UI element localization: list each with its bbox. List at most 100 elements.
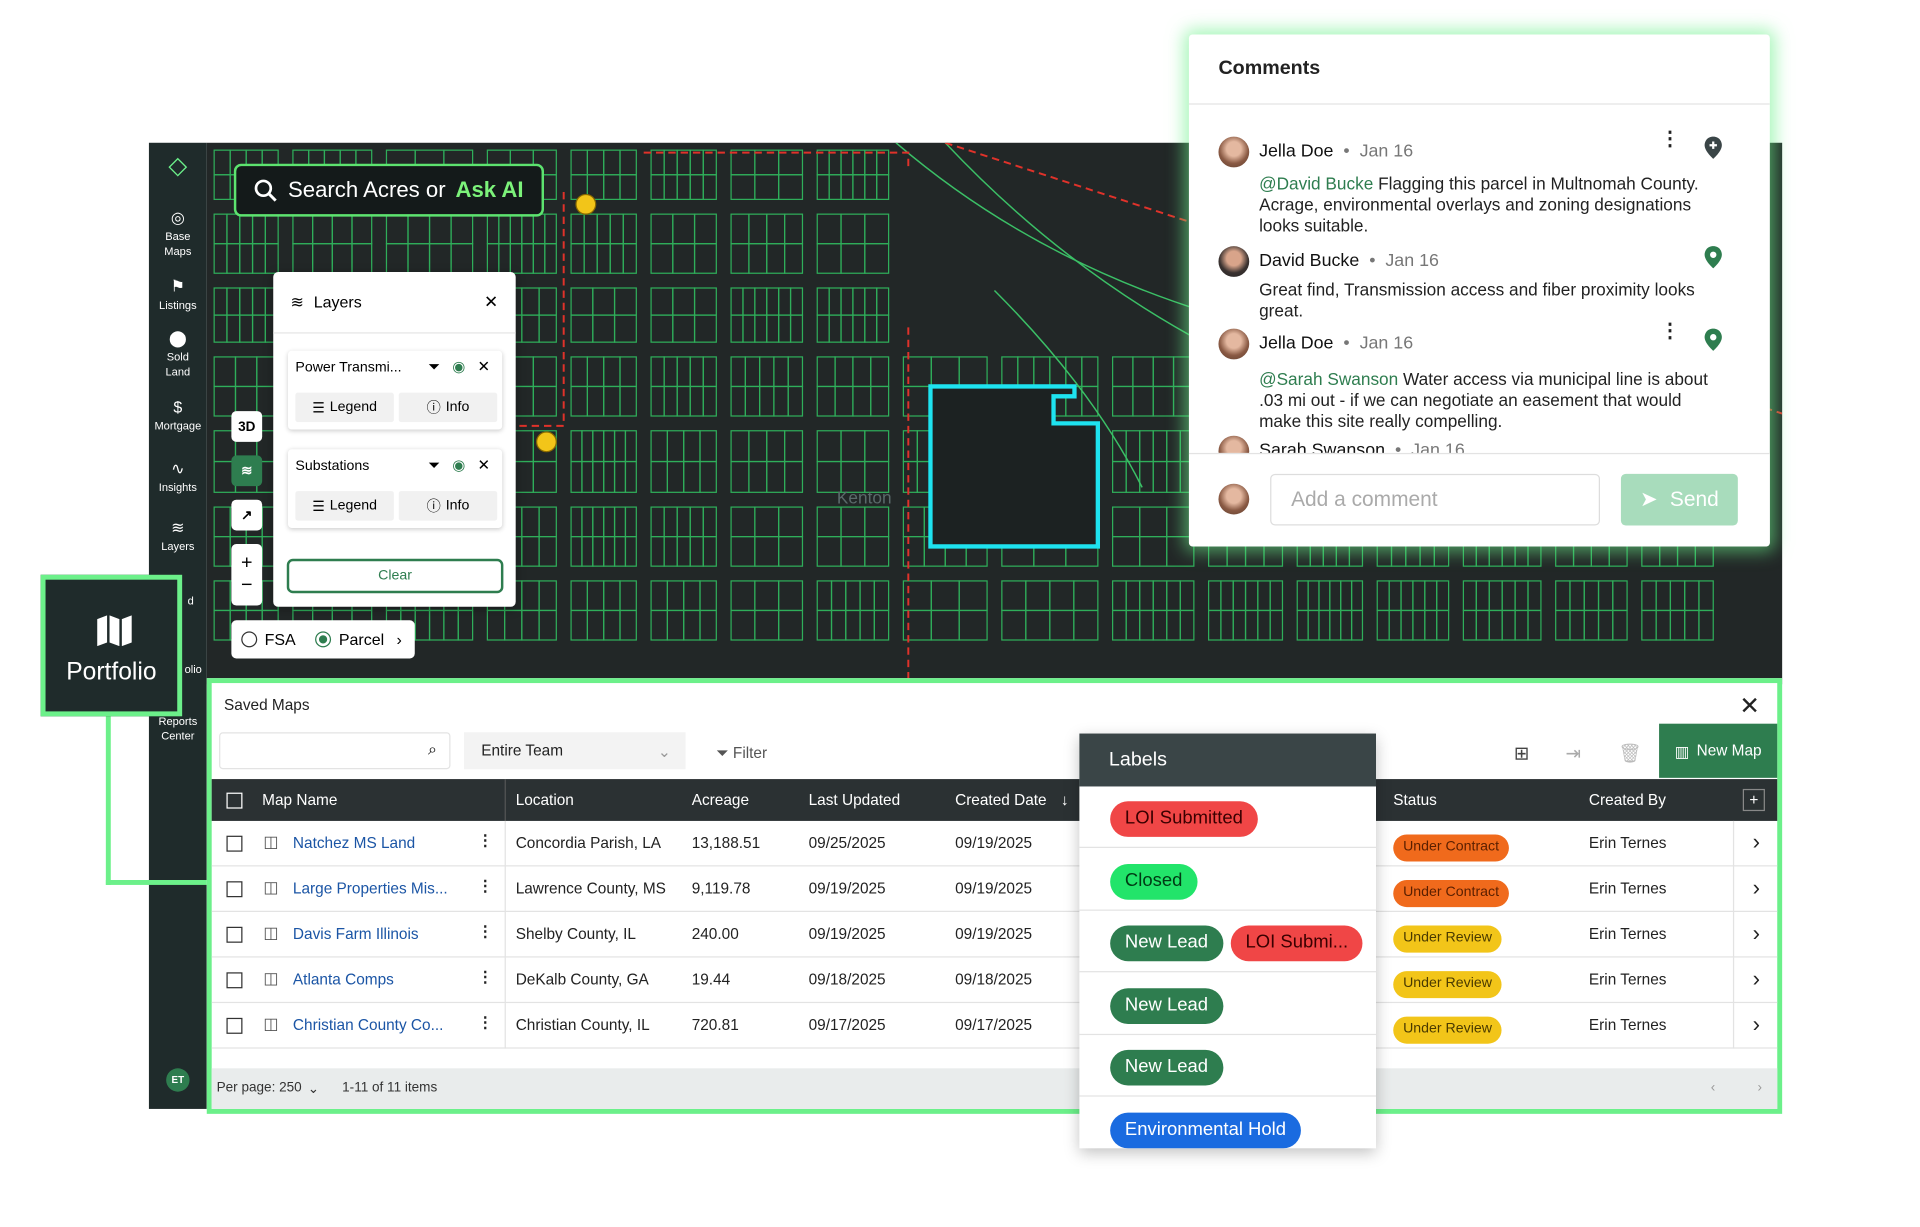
chevron-right-icon[interactable]: › <box>1753 875 1760 901</box>
map-search-input[interactable]: ⌕ <box>219 732 451 770</box>
zoom-out-button[interactable]: − <box>241 575 253 597</box>
row-checkbox[interactable] <box>226 1017 243 1034</box>
portfolio-callout[interactable]: Portfolio <box>40 574 183 717</box>
map-name-link[interactable]: Atlanta Comps <box>293 971 394 988</box>
insights-toggle-button[interactable]: ↗ <box>231 499 263 531</box>
map-name-link[interactable]: Christian County Co... <box>293 1017 444 1034</box>
eye-icon[interactable]: ◉ <box>452 358 465 376</box>
sidebar-item-portfolio-partial[interactable]: olio <box>181 662 206 677</box>
row-checkbox[interactable] <box>226 835 243 852</box>
sidebar-item-layers[interactable]: ≋ Layers <box>149 519 207 553</box>
table-row[interactable]: ◫ Large Properties Mis... ⋮ Lawrence Cou… <box>211 866 1778 913</box>
trash-icon[interactable]: 🗑 <box>1618 742 1641 764</box>
per-page-select[interactable]: Per page: 250 <box>217 1081 302 1096</box>
sidebar-item-base-maps[interactable]: ◎ Base Maps <box>149 209 207 258</box>
location-pin-icon[interactable] <box>1703 327 1723 352</box>
map-name-link[interactable]: Natchez MS Land <box>293 834 415 851</box>
comment-mention[interactable]: @David Bucke <box>1259 174 1373 194</box>
row-checkbox[interactable] <box>226 972 243 989</box>
label-pill[interactable]: Environmental Hold <box>1110 1112 1301 1148</box>
col-map-name[interactable]: Map Name <box>262 791 337 808</box>
row-checkbox[interactable] <box>226 881 243 898</box>
label-pill[interactable]: Closed <box>1110 863 1198 900</box>
col-status[interactable]: Status <box>1393 791 1437 808</box>
chevron-right-icon[interactable]: › <box>1753 1012 1760 1038</box>
sidebar-item-listings[interactable]: ⚑ Listings <box>149 278 207 312</box>
new-map-button[interactable]: ▥ New Map <box>1659 723 1778 778</box>
search-box[interactable]: Search Acres or Ask AI <box>233 163 545 217</box>
location-pin-icon[interactable] <box>1703 245 1723 270</box>
close-icon[interactable]: ✕ <box>477 457 489 475</box>
label-pill[interactable]: New Lead <box>1110 987 1223 1024</box>
comment-input[interactable]: Add a comment <box>1270 473 1601 526</box>
table-row[interactable]: ◫ Natchez MS Land ⋮ Concordia Parish, LA… <box>211 820 1778 867</box>
add-pin-icon[interactable] <box>1703 135 1723 160</box>
fsa-radio[interactable] <box>241 631 258 648</box>
close-icon[interactable]: ✕ <box>484 292 498 313</box>
label-pill[interactable]: LOI Submitted <box>1110 801 1258 837</box>
eye-icon[interactable]: ◫ <box>263 878 278 898</box>
chevron-right-icon[interactable]: › <box>1753 921 1760 947</box>
status-badge[interactable]: Under Contract <box>1393 834 1509 862</box>
chevron-right-icon[interactable]: › <box>397 630 402 648</box>
legend-button[interactable]: ☰ Legend <box>295 392 394 423</box>
col-location[interactable]: Location <box>516 791 574 808</box>
sort-arrow-icon[interactable]: ↓ <box>1061 791 1069 808</box>
label-pill[interactable]: New Lead <box>1110 1049 1223 1086</box>
app-logo[interactable]: ◇ <box>149 154 207 179</box>
row-checkbox[interactable] <box>226 926 243 943</box>
map-name-link[interactable]: Davis Farm Illinois <box>293 926 419 943</box>
parcel-radio[interactable] <box>315 631 332 648</box>
more-icon[interactable]: ⋮ <box>478 967 493 986</box>
sidebar-item-mortgage[interactable]: $ Mortgage <box>149 398 207 433</box>
more-icon[interactable]: ⋮ <box>1660 322 1680 342</box>
comment-mention[interactable]: @Sarah Swanson <box>1259 369 1398 389</box>
legend-button[interactable]: ☰ Legend <box>295 491 394 521</box>
label-pill[interactable]: New Lead <box>1110 925 1223 962</box>
more-icon[interactable]: ⋮ <box>478 876 493 895</box>
more-icon[interactable]: ⋮ <box>1660 130 1680 150</box>
chevron-right-icon[interactable]: › <box>1753 830 1760 856</box>
clear-layers-button[interactable]: Clear <box>286 558 504 594</box>
info-button[interactable]: ⓘ Info <box>398 392 498 423</box>
sidebar-item-insights[interactable]: ∿ Insights <box>149 460 207 494</box>
next-page-icon[interactable]: › <box>1758 1081 1763 1096</box>
status-badge[interactable]: Under Review <box>1393 925 1502 953</box>
filter-icon[interactable]: ⏷ <box>428 457 440 475</box>
sidebar-item-sold-land[interactable]: ⬤ Sold Land <box>149 329 207 379</box>
status-badge[interactable]: Under Review <box>1393 1016 1502 1044</box>
col-created-by[interactable]: Created By <box>1589 791 1666 808</box>
team-select[interactable]: Entire Team ⌄ <box>464 732 686 770</box>
table-row[interactable]: ◫ Atlanta Comps ⋮ DeKalb County, GA 19.4… <box>211 957 1778 1004</box>
zoom-in-button[interactable]: + <box>241 553 253 575</box>
eye-icon[interactable]: ◫ <box>263 969 278 989</box>
table-row[interactable]: ◫ Davis Farm Illinois ⋮ Shelby County, I… <box>211 912 1778 958</box>
table-row[interactable]: ◫ Christian County Co... ⋮ Christian Cou… <box>211 1003 1778 1049</box>
send-button[interactable]: ➤ Send <box>1620 473 1738 526</box>
more-icon[interactable]: ⋮ <box>478 831 493 849</box>
col-last-updated[interactable]: Last Updated <box>809 791 901 808</box>
chevron-right-icon[interactable]: › <box>1753 966 1760 992</box>
close-icon[interactable]: ✕ <box>1739 690 1760 721</box>
col-acreage[interactable]: Acreage <box>692 791 749 808</box>
add-folder-icon[interactable]: ⊞ <box>1514 742 1529 764</box>
filter-icon[interactable]: ⏷ <box>428 358 440 376</box>
user-avatar[interactable]: ET <box>166 1068 190 1092</box>
eye-icon[interactable]: ◫ <box>263 923 278 943</box>
info-button[interactable]: ⓘ Info <box>398 491 498 521</box>
filter-button[interactable]: ⏷ Filter <box>716 745 767 763</box>
col-created-date[interactable]: Created Date <box>955 791 1047 808</box>
add-column-icon[interactable]: + <box>1742 788 1765 812</box>
close-icon[interactable]: ✕ <box>477 358 489 376</box>
map-name-link[interactable]: Large Properties Mis... <box>293 880 448 897</box>
status-badge[interactable]: Under Contract <box>1393 880 1509 908</box>
prev-page-icon[interactable]: ‹ <box>1711 1081 1716 1096</box>
layers-toggle-button[interactable]: ≋ <box>231 455 263 487</box>
chevron-down-icon[interactable]: ⌄ <box>308 1081 319 1097</box>
status-badge[interactable]: Under Review <box>1393 971 1502 999</box>
more-icon[interactable]: ⋮ <box>478 1013 493 1031</box>
eye-icon[interactable]: ◉ <box>452 457 465 475</box>
move-folder-icon[interactable]: ⇥ <box>1566 742 1581 764</box>
3d-toggle-button[interactable]: 3D <box>231 411 263 442</box>
more-icon[interactable]: ⋮ <box>478 922 493 940</box>
